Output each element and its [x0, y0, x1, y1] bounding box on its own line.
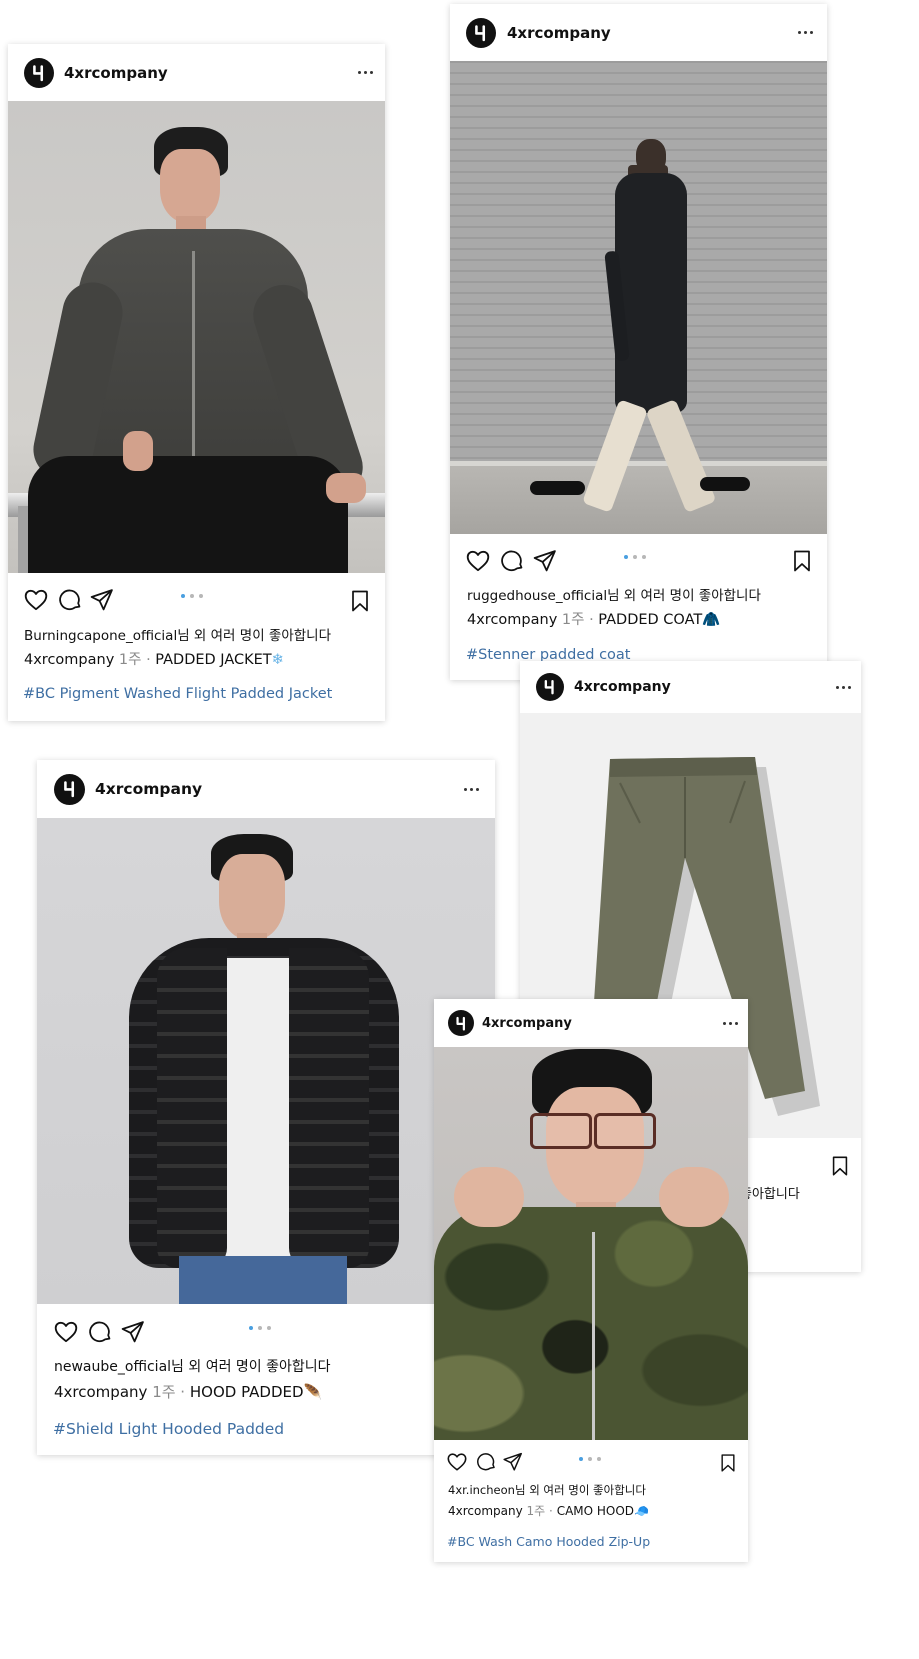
caption: 4xrcompany 1주 · PADDED JACKET❄: [24, 648, 284, 669]
caption-text: PADDED COAT: [598, 612, 703, 628]
more-icon[interactable]: [723, 1021, 738, 1025]
carousel-dots[interactable]: [624, 555, 646, 559]
snowflake-emoji-icon: ❄: [271, 652, 284, 668]
carousel-dots[interactable]: [181, 594, 203, 598]
post-image[interactable]: [8, 101, 385, 573]
likes-line: 좋아합니다: [740, 1183, 800, 1202]
share-icon[interactable]: [89, 587, 114, 612]
post-card-camo-hood: 4xrcompany 4xr.incheon님 외 여러 명이 좋아합니다 4x…: [434, 999, 748, 1562]
likes-suffix: 좋아합니다: [740, 1187, 800, 1202]
username[interactable]: 4xrcompany: [64, 64, 168, 82]
brand-logo-icon: [540, 677, 560, 697]
caption: 4xrcompany 1주 · HOOD PADDED🪶: [54, 1381, 322, 1402]
post-card-hood-padded: 4xrcompany newaube_official님 외 여러 명이 좋아합…: [37, 760, 495, 1455]
heart-icon[interactable]: [23, 587, 49, 613]
share-icon[interactable]: [120, 1319, 145, 1344]
username[interactable]: 4xrcompany: [95, 780, 202, 798]
bookmark-icon[interactable]: [790, 548, 814, 574]
comment-icon[interactable]: [58, 587, 83, 612]
more-icon[interactable]: [798, 31, 813, 34]
carousel-dots[interactable]: [579, 1457, 601, 1461]
post-header: 4xrcompany: [450, 4, 827, 61]
post-image[interactable]: [434, 1047, 748, 1440]
more-icon[interactable]: [836, 685, 851, 689]
caption-username[interactable]: 4xrcompany: [448, 1504, 523, 1518]
comment-icon[interactable]: [88, 1319, 113, 1344]
liked-by-username[interactable]: newaube_official: [54, 1359, 171, 1375]
heart-icon[interactable]: [446, 1451, 468, 1473]
likes-line: ruggedhouse_official님 외 여러 명이 좋아합니다: [467, 584, 761, 604]
comment-icon[interactable]: [476, 1451, 497, 1472]
post-header: 4xrcompany: [434, 999, 748, 1047]
post-time: 1주 ·: [118, 652, 151, 668]
avatar[interactable]: [448, 1010, 474, 1036]
username[interactable]: 4xrcompany: [507, 24, 611, 42]
heart-icon[interactable]: [53, 1319, 79, 1345]
more-icon[interactable]: [464, 787, 479, 791]
comment-icon[interactable]: [500, 548, 525, 573]
caption-text: PADDED JACKET: [155, 652, 272, 668]
brand-logo-icon: [28, 62, 50, 84]
caption-username[interactable]: 4xrcompany: [24, 652, 114, 668]
caption: 4xrcompany 1주 · CAMO HOOD🧢: [448, 1502, 649, 1519]
post-actions: [434, 1440, 748, 1484]
caption-text: CAMO HOOD: [556, 1504, 635, 1518]
post-header: 4xrcompany: [37, 760, 495, 818]
heart-icon[interactable]: [465, 548, 491, 574]
avatar[interactable]: [536, 673, 564, 701]
bookmark-icon[interactable]: [718, 1452, 738, 1474]
liked-by-username[interactable]: 4xr.incheon: [448, 1483, 515, 1497]
brand-logo-icon: [470, 22, 492, 44]
brand-logo-icon: [59, 778, 81, 800]
post-image[interactable]: [450, 61, 827, 534]
post-header: 4xrcompany: [520, 661, 861, 713]
post-card-padded-coat: 4xrcompany ruggedhouse_official님 외 여러 명이…: [450, 4, 827, 680]
post-header: 4xrcompany: [8, 44, 385, 101]
share-icon[interactable]: [502, 1451, 523, 1472]
post-time: 1주 ·: [526, 1504, 553, 1518]
bookmark-icon[interactable]: [829, 1154, 851, 1178]
caption: 4xrcompany 1주 · PADDED COAT🧥: [467, 608, 720, 629]
carousel-dots[interactable]: [249, 1326, 271, 1330]
avatar[interactable]: [54, 773, 85, 805]
caption-text: HOOD PADDED: [189, 1383, 304, 1401]
more-icon[interactable]: [358, 71, 373, 74]
bookmark-icon[interactable]: [348, 588, 372, 614]
username[interactable]: 4xrcompany: [482, 1016, 572, 1031]
likes-line: 4xr.incheon님 외 여러 명이 좋아합니다: [448, 1482, 646, 1498]
post-actions: [37, 1304, 495, 1364]
brand-logo-icon: [452, 1014, 471, 1033]
liked-by-username[interactable]: ruggedhouse_official: [467, 588, 607, 604]
likes-line: Burningcapone_official님 외 여러 명이 좋아합니다: [24, 624, 331, 644]
post-card-padded-jacket: 4xrcompany Burningcapone_official님 외 여러 …: [8, 44, 385, 721]
hashtag[interactable]: #Shield Light Hooded Padded: [53, 1420, 284, 1438]
likes-suffix: 님 외 여러 명이 좋아합니다: [171, 1359, 331, 1375]
liked-by-username[interactable]: Burningcapone_official: [24, 628, 177, 644]
caption-username[interactable]: 4xrcompany: [54, 1383, 147, 1401]
likes-suffix: 님 외 여러 명이 좋아합니다: [607, 588, 761, 604]
likes-suffix: 님 외 여러 명이 좋아합니다: [514, 1483, 646, 1497]
likes-line: newaube_official님 외 여러 명이 좋아합니다: [54, 1356, 331, 1376]
post-image[interactable]: [37, 818, 495, 1304]
feather-emoji-icon: 🪶: [303, 1383, 323, 1401]
avatar[interactable]: [466, 17, 496, 48]
cap-emoji-icon: 🧢: [634, 1504, 649, 1518]
post-time: 1주 ·: [561, 612, 594, 628]
likes-suffix: 님 외 여러 명이 좋아합니다: [177, 628, 332, 644]
caption-username[interactable]: 4xrcompany: [467, 612, 557, 628]
share-icon[interactable]: [532, 548, 557, 573]
username[interactable]: 4xrcompany: [574, 679, 671, 695]
post-time: 1주 ·: [152, 1383, 186, 1401]
coat-emoji-icon: 🧥: [702, 612, 721, 628]
avatar[interactable]: [24, 57, 54, 88]
hashtag[interactable]: #BC Wash Camo Hooded Zip-Up: [447, 1534, 650, 1549]
hashtag[interactable]: #BC Pigment Washed Flight Padded Jacket: [23, 686, 332, 702]
